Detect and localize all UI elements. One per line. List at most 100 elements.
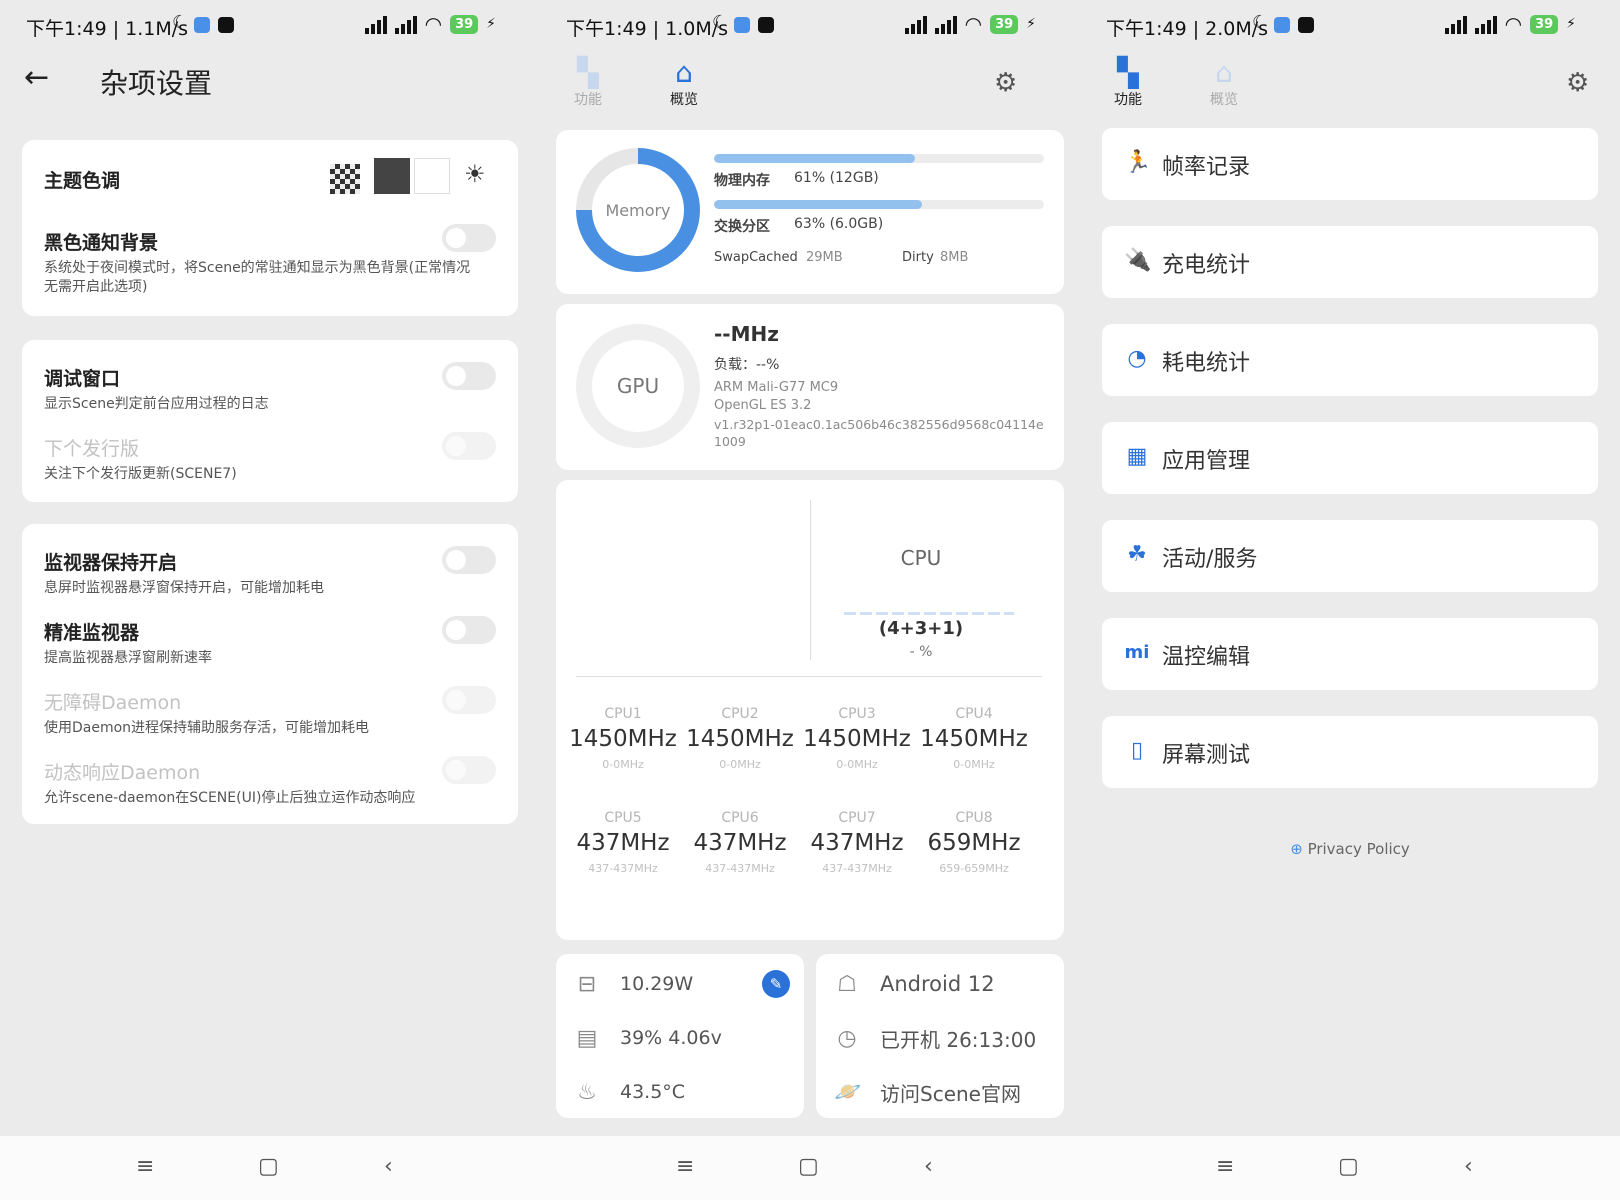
- privacy-policy-label[interactable]: Privacy Policy: [1308, 840, 1410, 858]
- settings-gear-icon[interactable]: ⚙: [994, 68, 1017, 98]
- dyn-daemon-row[interactable]: 动态响应Daemon 允许scene-daemon在SCENE(UI)停止后独立…: [44, 756, 496, 808]
- signal-icon-2: [394, 14, 417, 34]
- next-release-toggle[interactable]: [442, 432, 496, 460]
- tab-overview[interactable]: ⌂ 概览: [1194, 56, 1254, 109]
- menu-nav-icon[interactable]: ≡: [136, 1154, 154, 1179]
- back-nav-icon[interactable]: ‹: [384, 1154, 393, 1179]
- settings-gear-icon[interactable]: ⚙: [1566, 68, 1589, 98]
- cpu-core-range: 659-659MHz: [939, 862, 1009, 875]
- nav-bar: ≡ ▢ ‹: [0, 1136, 540, 1200]
- precise-monitor-toggle[interactable]: [442, 616, 496, 644]
- signal-icon: [1444, 14, 1467, 34]
- tab-overview[interactable]: ⌂ 概览: [654, 56, 714, 109]
- menu-nav-icon[interactable]: ≡: [676, 1154, 694, 1179]
- monitor-keep-toggle[interactable]: [442, 546, 496, 574]
- charger-icon: 🔌: [1124, 248, 1152, 273]
- overview-screen: 下午1:49 | 1.0M/s ☾ ◠ 39 ⚡ ▚ 功能 ⌂ 概览 ⚙ Mem…: [540, 0, 1080, 1200]
- android-icon: ☖: [837, 971, 857, 997]
- gpu-ring: GPU: [576, 324, 700, 448]
- home-tab-icon: ⌂: [675, 56, 693, 89]
- debug-window-row[interactable]: 调试窗口 显示Scene判定前台应用过程的日志: [44, 362, 496, 414]
- sun-icon[interactable]: ☀: [464, 160, 486, 188]
- app-bar: ← 杂项设置: [0, 52, 540, 112]
- battery-plus-icon: ⊟: [577, 971, 597, 997]
- app-notify-icon-2: [1298, 17, 1314, 33]
- home-nav-icon[interactable]: ▢: [1338, 1154, 1359, 1179]
- monitor-keep-row[interactable]: 监视器保持开启 息屏时监视器悬浮窗保持开启，可能增加耗电: [44, 546, 496, 598]
- home-nav-icon[interactable]: ▢: [798, 1154, 819, 1179]
- theme-checker-swatch[interactable]: [330, 164, 360, 194]
- next-release-row[interactable]: 下个发行版 关注下个发行版更新(SCENE7): [44, 432, 496, 484]
- feature-item[interactable]: ▯ 屏幕测试: [1102, 716, 1598, 788]
- cpu-load: - %: [909, 644, 933, 660]
- temperature-value: 43.5°C: [620, 1081, 686, 1103]
- debug-card: 调试窗口 显示Scene判定前台应用过程的日志 下个发行版 关注下个发行版更新(…: [22, 340, 518, 502]
- black-notify-row[interactable]: 黑色通知背景 系统处于夜间模式时，将Scene的常驻通知显示为黑色背景(正常情况…: [44, 224, 496, 297]
- theme-light-swatch[interactable]: [414, 158, 450, 194]
- a11y-daemon-desc: 使用Daemon进程保持辅助服务存活，可能增加耗电: [44, 720, 370, 736]
- feature-label: 温控编辑: [1162, 645, 1251, 670]
- cpu-core-freq: 437MHz: [576, 830, 670, 856]
- cpu-divider-h: [576, 676, 1042, 677]
- cpu-core-freq: 659MHz: [927, 830, 1021, 856]
- feature-item[interactable]: ◔ 耗电统计: [1102, 324, 1598, 396]
- signal-icon-2: [1474, 14, 1497, 34]
- feature-item[interactable]: 🔌 充电统计: [1102, 226, 1598, 298]
- status-time: 下午1:49 | 2.0M/s: [1106, 18, 1269, 40]
- menu-nav-icon[interactable]: ≡: [1216, 1154, 1234, 1179]
- signal-icon: [364, 14, 387, 34]
- memory-ring-label: Memory: [592, 164, 684, 256]
- website-row[interactable]: 🪐 访问Scene官网: [834, 1074, 1021, 1110]
- android-row: ☖ Android 12: [834, 966, 994, 1002]
- home-tab-icon: ⌂: [1215, 56, 1233, 89]
- a11y-daemon-row[interactable]: 无障碍Daemon 使用Daemon进程保持辅助服务存活，可能增加耗电: [44, 686, 496, 738]
- website-link[interactable]: 访问Scene官网: [880, 1078, 1021, 1107]
- home-nav-icon[interactable]: ▢: [258, 1154, 279, 1179]
- cpu-core-cell: CPU3 1450MHz 0-0MHz: [798, 706, 916, 771]
- cpu-core-range: 437-437MHz: [705, 862, 775, 875]
- feature-label: 屏幕测试: [1162, 743, 1251, 768]
- debug-window-toggle[interactable]: [442, 362, 496, 390]
- tab-features-label: 功能: [574, 92, 602, 108]
- cpu-core-freq: 437MHz: [693, 830, 787, 856]
- privacy-policy-link[interactable]: ⊕ Privacy Policy: [1080, 840, 1620, 858]
- tab-overview-label: 概览: [670, 92, 698, 108]
- feature-item[interactable]: ☘ 活动/服务: [1102, 520, 1598, 592]
- cpu-core-range: 437-437MHz: [822, 862, 892, 875]
- dyn-daemon-toggle[interactable]: [442, 756, 496, 784]
- cpu-core-cell: CPU2 1450MHz 0-0MHz: [681, 706, 799, 771]
- pie-chart-icon: ◔: [1127, 346, 1147, 371]
- feature-item[interactable]: mi 温控编辑: [1102, 618, 1598, 690]
- power-row: ⊟ 10.29W: [574, 966, 693, 1002]
- wifi-icon: ◠: [1504, 12, 1523, 36]
- tab-features[interactable]: ▚ 功能: [558, 56, 618, 109]
- cpu-core-name: CPU8: [955, 810, 993, 826]
- theme-dark-swatch[interactable]: [374, 158, 410, 194]
- theme-label: 主题色调: [44, 170, 121, 192]
- feature-item[interactable]: 🏃 帧率记录: [1102, 128, 1598, 200]
- a11y-daemon-toggle[interactable]: [442, 686, 496, 714]
- dyn-daemon-desc: 允许scene-daemon在SCENE(UI)停止后独立运作动态响应: [44, 790, 416, 806]
- back-arrow-icon[interactable]: ←: [24, 60, 49, 95]
- precise-monitor-desc: 提高监视器悬浮窗刷新速率: [44, 650, 212, 666]
- gpu-freq: --MHz: [714, 322, 779, 346]
- physical-memory-bar: [714, 154, 1044, 163]
- back-nav-icon[interactable]: ‹: [924, 1154, 933, 1179]
- black-notify-toggle[interactable]: [442, 224, 496, 252]
- cpu-core-freq: 1450MHz: [569, 726, 677, 752]
- feature-label: 应用管理: [1162, 449, 1251, 474]
- memory-ring: Memory: [576, 148, 700, 272]
- dirty-label: Dirty: [902, 250, 934, 265]
- clock-icon: ◷: [837, 1025, 857, 1051]
- cpu-label: CPU: [900, 546, 942, 570]
- charging-icon: ⚡: [486, 16, 496, 32]
- back-nav-icon[interactable]: ‹: [1464, 1154, 1473, 1179]
- cpu-core-freq: 1450MHz: [803, 726, 911, 752]
- cpu-core-freq: 437MHz: [810, 830, 904, 856]
- feature-item[interactable]: ▦ 应用管理: [1102, 422, 1598, 494]
- a11y-daemon-title: 无障碍Daemon: [44, 692, 182, 714]
- edit-pencil-icon[interactable]: ✎: [762, 970, 790, 998]
- tab-features[interactable]: ▚ 功能: [1098, 56, 1158, 109]
- cpu-core-range: 437-437MHz: [588, 862, 658, 875]
- precise-monitor-row[interactable]: 精准监视器 提高监视器悬浮窗刷新速率: [44, 616, 496, 668]
